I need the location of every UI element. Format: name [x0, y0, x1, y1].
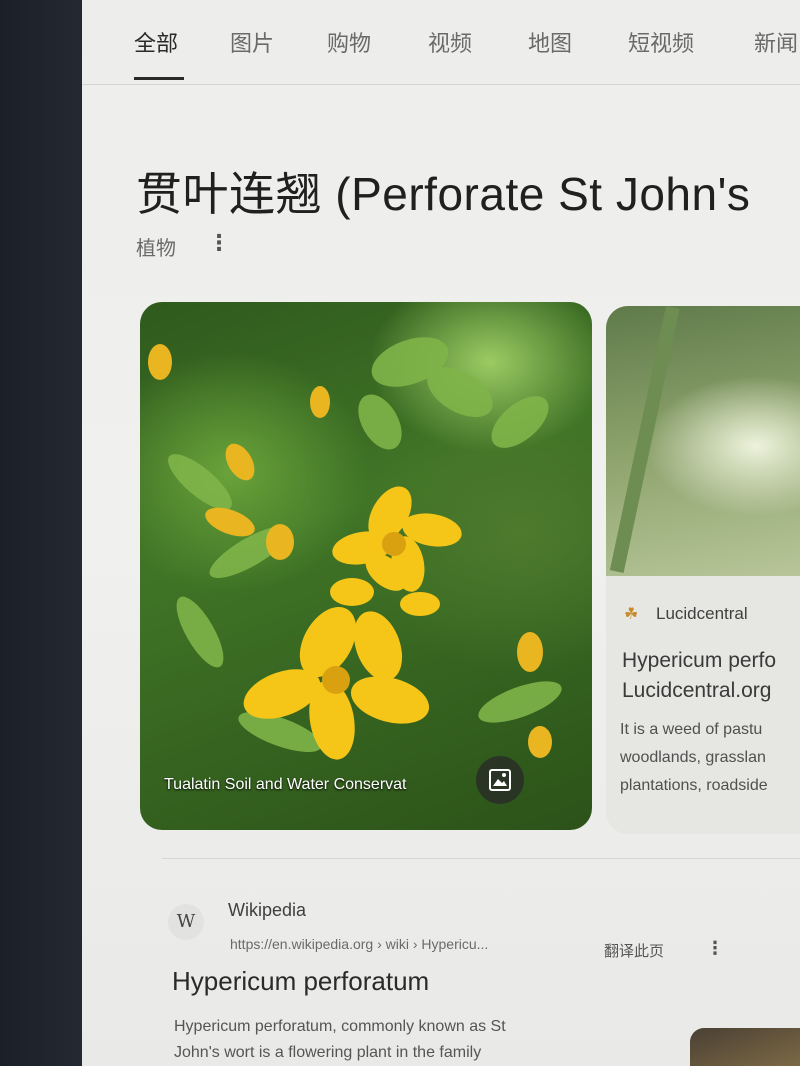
source-name: Lucidcentral: [656, 604, 748, 623]
result-site-name[interactable]: Wikipedia: [228, 900, 306, 921]
leaf-icon: ☘: [624, 604, 639, 623]
tab-news[interactable]: 新闻: [754, 26, 798, 58]
search-tabs: 全部 图片 购物 视频 地图 短视频 新闻: [82, 0, 800, 86]
source-card-image: [606, 306, 800, 576]
result-thumbnail[interactable]: [690, 1028, 800, 1066]
source-title[interactable]: Hypericum perfo Lucidcentral.org: [622, 646, 776, 706]
source-snippet-line: It is a weed of pastu: [620, 721, 763, 738]
source-title-line: Hypericum perfo: [622, 649, 777, 672]
result-snippet-line: Hypericum perforatum, commonly known as …: [174, 1018, 506, 1035]
main-image-card[interactable]: Tualatin Soil and Water Conservat: [140, 302, 592, 830]
tabs-divider: [82, 84, 800, 85]
result-snippet-line: John's wort is a flowering plant in the …: [174, 1044, 482, 1061]
browser-screen: 全部 图片 购物 视频 地图 短视频 新闻 贯叶连翘 (Perforate St…: [82, 0, 800, 1066]
image-caption: Tualatin Soil and Water Conservat: [164, 776, 407, 793]
plant-stem: [609, 306, 680, 574]
entity-type: 植物: [136, 236, 176, 260]
result-more-icon[interactable]: ⋮: [706, 938, 724, 959]
tab-all[interactable]: 全部: [134, 26, 178, 58]
page-title: 贯叶连翘 (Perforate St John's: [136, 168, 751, 220]
source-title-line: Lucidcentral.org: [622, 679, 772, 702]
more-options-icon[interactable]: ⋮: [208, 231, 230, 256]
wikipedia-logo-icon: W: [168, 904, 204, 940]
tab-videos[interactable]: 视频: [428, 26, 472, 58]
flower-photo: [148, 337, 562, 760]
source-card[interactable]: ☘ Lucidcentral Hypericum perfo Lucidcent…: [606, 306, 800, 834]
source-snippet-line: woodlands, grasslan: [620, 749, 766, 766]
source-snippet: It is a weed of pastu woodlands, grassla…: [620, 716, 768, 800]
tab-images[interactable]: 图片: [230, 26, 274, 58]
result-title-link[interactable]: Hypericum perforatum: [172, 966, 429, 997]
source-snippet-line: plantations, roadside: [620, 777, 768, 794]
active-tab-indicator: [134, 77, 184, 80]
result-snippet: Hypericum perforatum, commonly known as …: [174, 1014, 506, 1066]
tab-short-videos[interactable]: 短视频: [628, 26, 694, 58]
tab-shopping[interactable]: 购物: [327, 26, 371, 58]
image-icon[interactable]: [476, 756, 524, 804]
translate-page-link[interactable]: 翻译此页: [604, 940, 664, 961]
result-url[interactable]: https://en.wikipedia.org › wiki › Hyperi…: [230, 936, 488, 952]
tab-maps[interactable]: 地图: [528, 26, 572, 58]
result-divider: [162, 858, 800, 859]
